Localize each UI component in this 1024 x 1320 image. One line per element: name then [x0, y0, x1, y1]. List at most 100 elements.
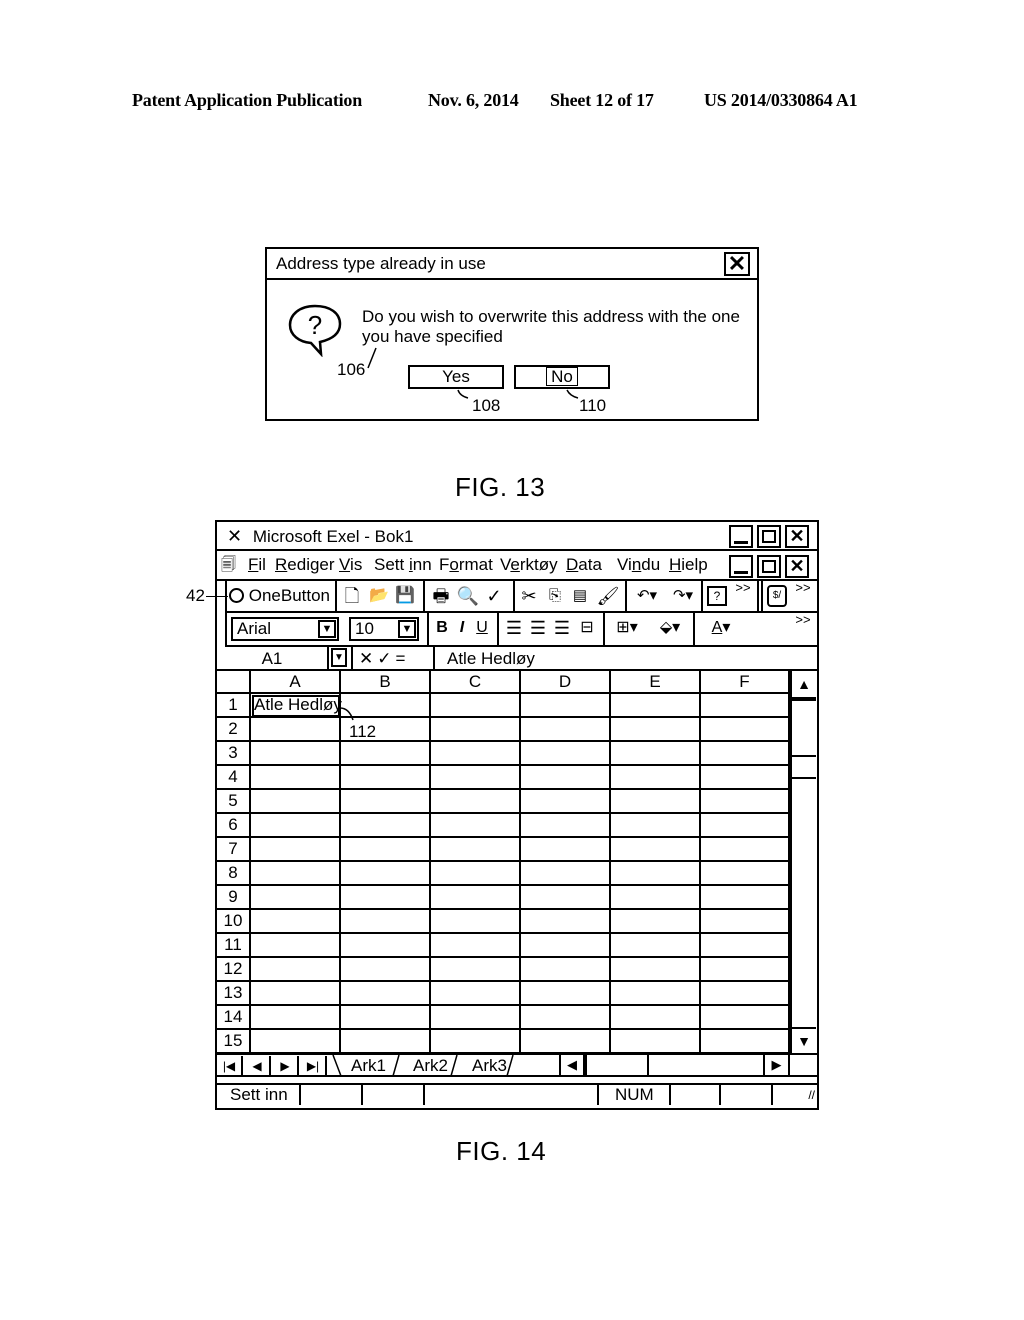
cell-a7[interactable] — [251, 838, 341, 862]
cell-b7[interactable] — [341, 838, 431, 862]
cell-d14[interactable] — [521, 1006, 611, 1030]
cell-a9[interactable] — [251, 886, 341, 910]
cell-f6[interactable] — [701, 814, 790, 838]
help-icon[interactable]: ? — [707, 586, 727, 606]
cell-e5[interactable] — [611, 790, 701, 814]
cell-c1[interactable] — [431, 694, 521, 718]
cell-b10[interactable] — [341, 910, 431, 934]
cell-d3[interactable] — [521, 742, 611, 766]
cell-a6[interactable] — [251, 814, 341, 838]
cell-d15[interactable] — [521, 1030, 611, 1054]
hscroll-left-arrow-icon[interactable]: ◀ — [559, 1055, 587, 1075]
cell-d12[interactable] — [521, 958, 611, 982]
minimize-button[interactable] — [729, 525, 753, 548]
hscroll-right-arrow-icon[interactable]: ▶ — [763, 1055, 790, 1075]
cell-a10[interactable] — [251, 910, 341, 934]
cell-d13[interactable] — [521, 982, 611, 1006]
vertical-scrollbar[interactable]: ▲ ▼ — [790, 671, 816, 1053]
cut-scissors-icon[interactable]: ✂ — [517, 581, 541, 611]
cell-f13[interactable] — [701, 982, 790, 1006]
cell-f12[interactable] — [701, 958, 790, 982]
align-left-icon[interactable]: ☰ — [503, 613, 525, 643]
font-name-select[interactable]: Arial ▼ — [231, 617, 339, 641]
cell-c13[interactable] — [431, 982, 521, 1006]
cell-e3[interactable] — [611, 742, 701, 766]
cell-e6[interactable] — [611, 814, 701, 838]
cell-b3[interactable] — [341, 742, 431, 766]
name-box[interactable]: A1 — [217, 647, 329, 669]
borders-icon[interactable]: ⊞▾ — [607, 613, 647, 643]
cell-f3[interactable] — [701, 742, 790, 766]
row-header[interactable]: 5 — [217, 790, 251, 814]
menu-fil[interactable]: Fil — [248, 551, 266, 579]
cell-a5[interactable] — [251, 790, 341, 814]
cell-f11[interactable] — [701, 934, 790, 958]
menu-vindu[interactable]: Vindu — [617, 551, 660, 579]
undo-icon[interactable]: ↶▾ — [629, 581, 665, 611]
italic-button[interactable]: I — [453, 613, 471, 643]
column-header-a[interactable]: A — [251, 671, 341, 694]
cell-c8[interactable] — [431, 862, 521, 886]
cell-f8[interactable] — [701, 862, 790, 886]
row-header[interactable]: 11 — [217, 934, 251, 958]
menu-hjelp[interactable]: Hielp — [669, 551, 708, 579]
first-sheet-icon[interactable]: |◀ — [217, 1056, 243, 1076]
cell-c5[interactable] — [431, 790, 521, 814]
align-right-icon[interactable]: ☰ — [551, 613, 573, 643]
open-folder-icon[interactable]: 📂 — [367, 581, 391, 611]
cell-e4[interactable] — [611, 766, 701, 790]
resize-grip-icon[interactable]: // — [808, 1085, 815, 1105]
cell-a14[interactable] — [251, 1006, 341, 1030]
format-painter-brush-icon[interactable]: 🖌 — [595, 581, 621, 611]
cancel-icon[interactable]: ✕ — [359, 649, 377, 668]
save-disk-icon[interactable]: 💾 — [393, 581, 417, 611]
cell-e14[interactable] — [611, 1006, 701, 1030]
sheet-tab-ark3[interactable]: Ark3 — [472, 1055, 507, 1077]
cell-f10[interactable] — [701, 910, 790, 934]
sheet-tab-ark1[interactable]: Ark1 — [351, 1055, 386, 1077]
row-header[interactable]: 1 — [217, 694, 251, 718]
sheet-tab-ark2[interactable]: Ark2 — [413, 1055, 448, 1077]
scroll-up-arrow-icon[interactable]: ▲ — [792, 671, 816, 701]
cell-b8[interactable] — [341, 862, 431, 886]
cell-c15[interactable] — [431, 1030, 521, 1054]
new-document-icon[interactable]: 🗋 — [341, 581, 363, 611]
cell-b13[interactable] — [341, 982, 431, 1006]
cell-d10[interactable] — [521, 910, 611, 934]
cell-c9[interactable] — [431, 886, 521, 910]
confirm-check-icon[interactable]: ✓ — [377, 649, 395, 668]
print-preview-icon[interactable]: 🔍 — [456, 581, 480, 611]
cell-f9[interactable] — [701, 886, 790, 910]
cell-c4[interactable] — [431, 766, 521, 790]
font-size-select[interactable]: 10 ▼ — [349, 617, 419, 641]
paste-icon[interactable]: ▤ — [567, 581, 593, 611]
cell-b14[interactable] — [341, 1006, 431, 1030]
cell-e12[interactable] — [611, 958, 701, 982]
prev-sheet-icon[interactable]: ◀ — [245, 1056, 271, 1076]
menu-sett-inn[interactable]: Sett inn — [374, 551, 432, 579]
row-header[interactable]: 14 — [217, 1006, 251, 1030]
font-color-icon[interactable]: A▾ — [701, 613, 741, 643]
cell-c14[interactable] — [431, 1006, 521, 1030]
scroll-thumb[interactable] — [792, 755, 816, 779]
cell-e1[interactable] — [611, 694, 701, 718]
row-header[interactable]: 9 — [217, 886, 251, 910]
cell-e7[interactable] — [611, 838, 701, 862]
cell-f14[interactable] — [701, 1006, 790, 1030]
redo-icon[interactable]: ↷▾ — [665, 581, 701, 611]
cell-c11[interactable] — [431, 934, 521, 958]
cell-b6[interactable] — [341, 814, 431, 838]
close-button[interactable]: ✕ — [785, 525, 809, 548]
menu-verktoy[interactable]: Verktøy — [500, 551, 558, 579]
row-header[interactable]: 7 — [217, 838, 251, 862]
formula-input[interactable]: Atle Hedløy — [447, 647, 535, 670]
row-header[interactable]: 2 — [217, 718, 251, 742]
cell-c2[interactable] — [431, 718, 521, 742]
onebutton[interactable]: OneButton — [229, 581, 339, 611]
cell-b4[interactable] — [341, 766, 431, 790]
cell-b12[interactable] — [341, 958, 431, 982]
maximize-button[interactable] — [757, 525, 781, 548]
cell-f7[interactable] — [701, 838, 790, 862]
cell-a12[interactable] — [251, 958, 341, 982]
cell-d11[interactable] — [521, 934, 611, 958]
